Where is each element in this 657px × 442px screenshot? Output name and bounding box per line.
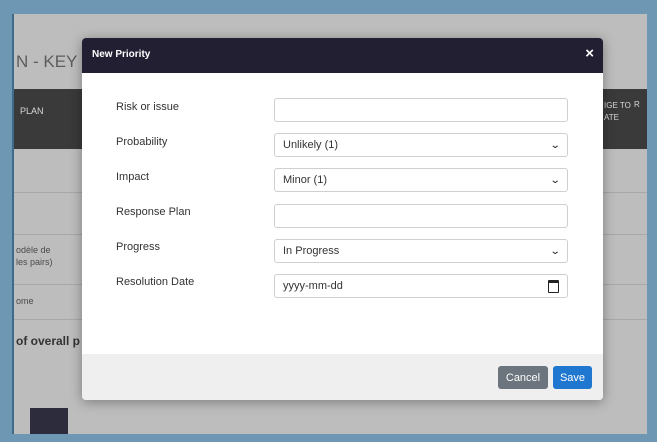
background-column-change-line1: IGE TO	[604, 101, 631, 110]
modal-title: New Priority	[92, 49, 151, 60]
risk-label: Risk or issue	[116, 101, 179, 113]
response-plan-label: Response Plan	[116, 206, 191, 218]
background-column-change: IGE TO ATE	[604, 100, 631, 124]
response-plan-input[interactable]	[274, 204, 568, 228]
background-row-text-line1: odèle de	[16, 245, 51, 255]
background-column-plan: PLAN	[20, 106, 44, 116]
background-column-r: R	[634, 100, 640, 109]
calendar-icon[interactable]	[548, 279, 559, 293]
background-dark-tile	[30, 408, 68, 434]
cancel-button[interactable]: Cancel	[498, 366, 548, 389]
background-section-heading: of overall p	[16, 334, 81, 348]
resolution-date-placeholder: yyyy-mm-dd	[283, 280, 343, 292]
new-priority-modal: New Priority × Risk or issue Probability…	[82, 38, 603, 400]
save-button[interactable]: Save	[553, 366, 592, 389]
probability-label: Probability	[116, 136, 168, 148]
impact-select[interactable]: Minor (1) ⌄	[274, 168, 568, 192]
background-page-title: N - KEY	[16, 52, 78, 71]
chevron-down-icon: ⌄	[549, 245, 561, 257]
background-row-text: odèle de les pairs)	[16, 244, 53, 268]
risk-input[interactable]	[274, 98, 568, 122]
modal-footer: Cancel Save	[82, 354, 603, 400]
progress-select-value: In Progress	[283, 245, 340, 257]
chevron-down-icon: ⌄	[549, 139, 561, 151]
probability-select[interactable]: Unlikely (1) ⌄	[274, 133, 568, 157]
probability-select-value: Unlikely (1)	[283, 139, 339, 151]
impact-label: Impact	[116, 171, 150, 183]
impact-select-value: Minor (1)	[283, 174, 328, 186]
progress-label: Progress	[116, 241, 161, 253]
background-row-text-line2: les pairs)	[16, 257, 53, 267]
background-column-change-line2: ATE	[604, 113, 619, 122]
chevron-down-icon: ⌄	[549, 174, 561, 186]
progress-select[interactable]: In Progress ⌄	[274, 239, 568, 263]
resolution-date-input[interactable]: yyyy-mm-dd	[274, 274, 568, 298]
close-icon[interactable]: ×	[585, 46, 594, 62]
background-row-text: ome	[16, 296, 34, 306]
modal-header: New Priority ×	[82, 38, 603, 73]
resolution-date-label: Resolution Date	[116, 276, 195, 288]
